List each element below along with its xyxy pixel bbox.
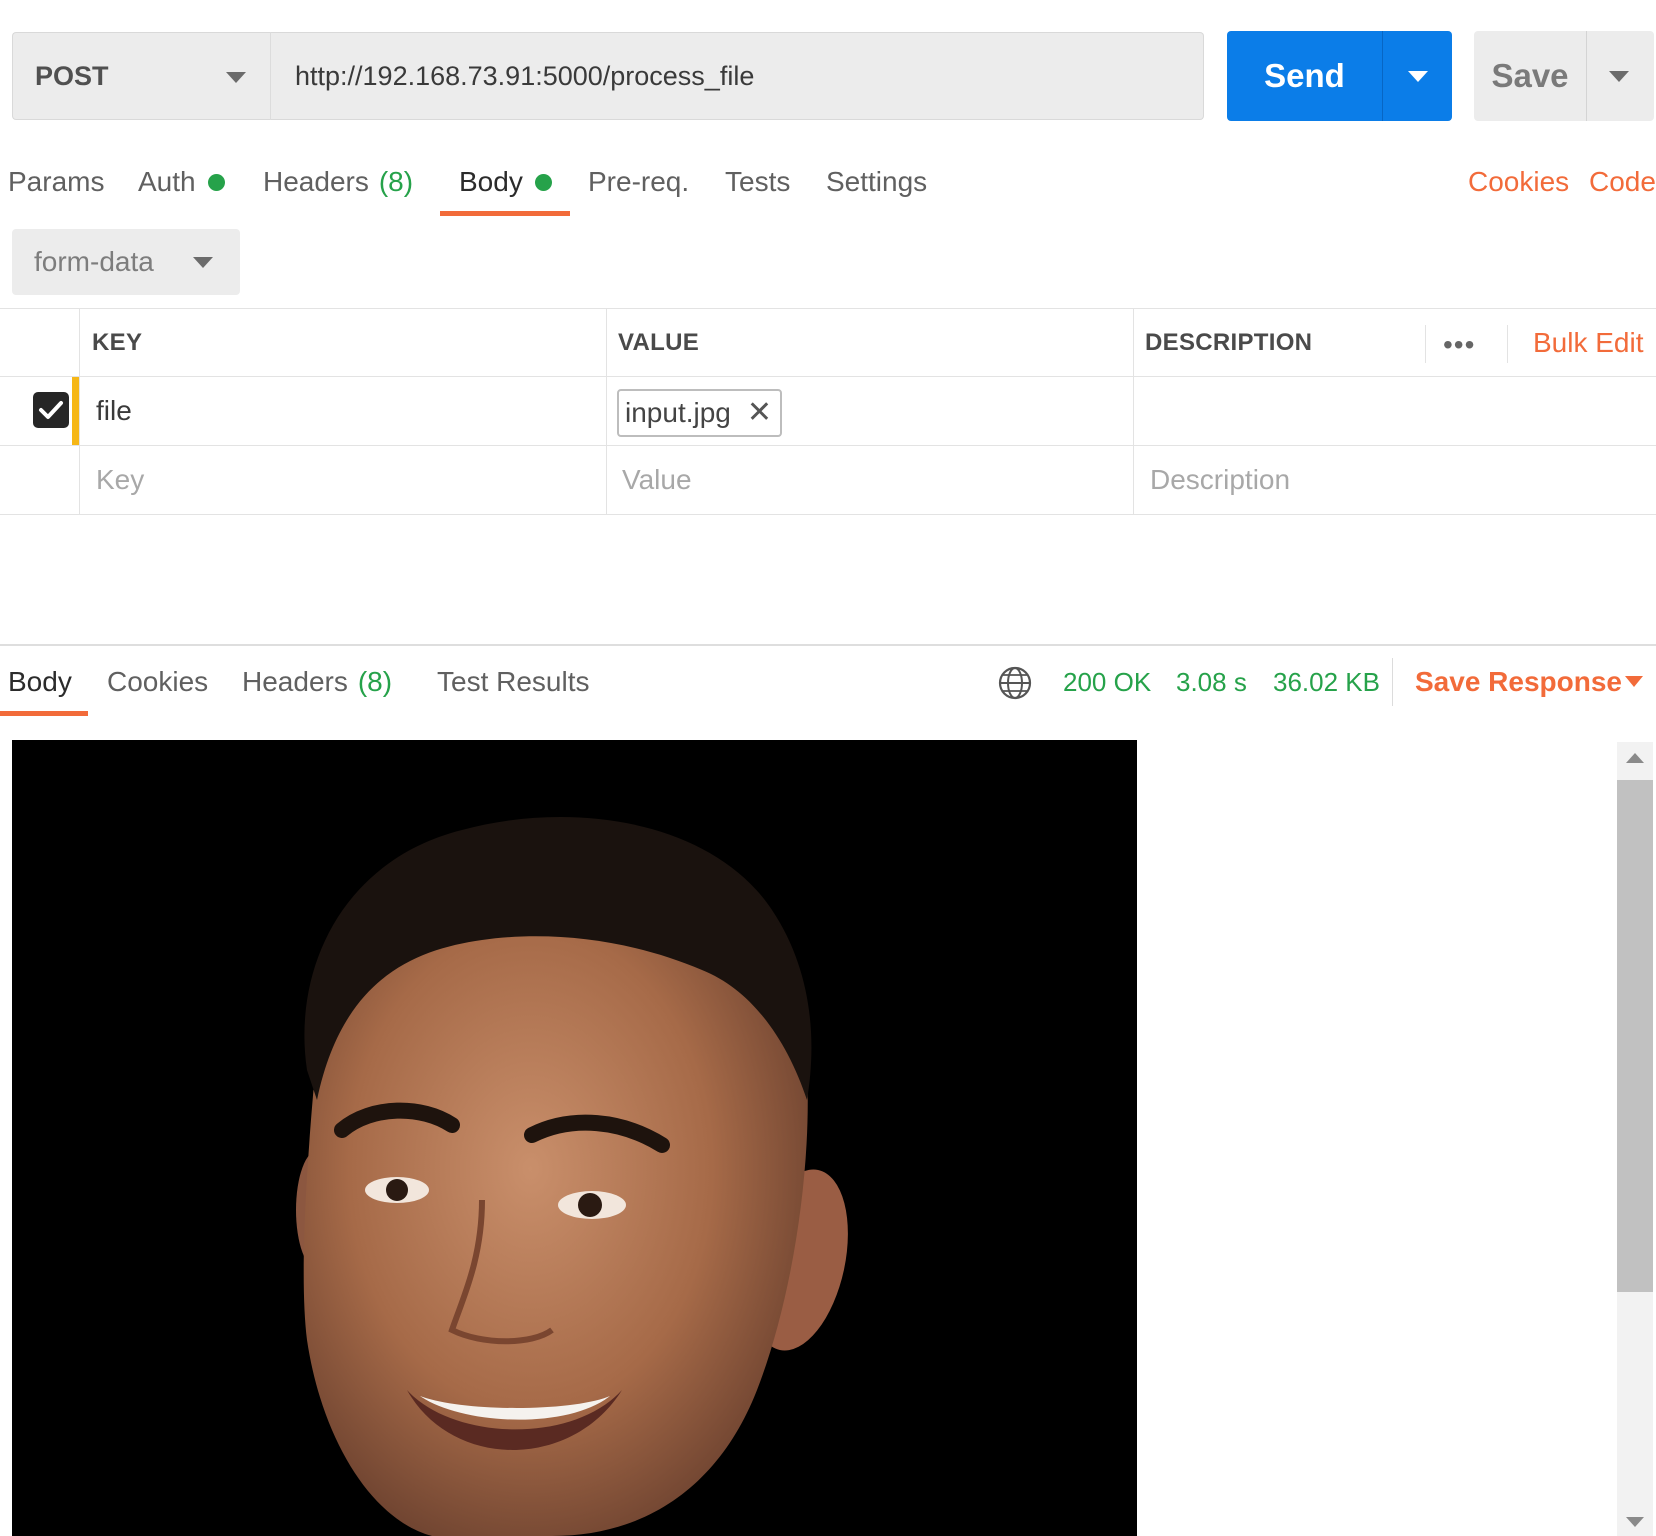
new-description-input[interactable]: Description	[1150, 446, 1290, 514]
send-options-chevron-down-icon[interactable]	[1408, 71, 1428, 82]
tab-auth-label: Auth	[138, 166, 196, 197]
body-type-select[interactable]: form-data	[12, 229, 240, 295]
tab-prereq[interactable]: Pre-req.	[588, 160, 689, 204]
scroll-up-arrow-icon[interactable]	[1626, 753, 1644, 763]
response-tab-test-results[interactable]: Test Results	[437, 660, 590, 704]
face-photo-image	[12, 740, 1137, 1536]
url-text: http://192.168.73.91:5000/process_file	[295, 60, 755, 91]
tab-settings[interactable]: Settings	[826, 160, 927, 204]
tab-params-label: Params	[8, 166, 105, 197]
response-tab-headers[interactable]: Headers (8)	[242, 660, 392, 704]
table-divider	[0, 514, 1656, 515]
scrollbar-thumb[interactable]	[1617, 780, 1653, 1292]
tab-body[interactable]: Body	[459, 160, 552, 204]
save-label: Save	[1491, 57, 1569, 94]
form-data-table: KEY VALUE DESCRIPTION ••• Bulk Edit file…	[0, 308, 1656, 515]
tab-prereq-label: Pre-req.	[588, 166, 690, 197]
column-divider	[79, 309, 80, 514]
active-tab-underline	[440, 211, 570, 216]
method-select[interactable]: POST	[12, 32, 270, 120]
chevron-down-icon	[226, 72, 246, 83]
tab-params[interactable]: Params	[8, 160, 104, 204]
new-key-input[interactable]: Key	[96, 446, 144, 514]
row-key-input[interactable]: file	[96, 377, 132, 445]
tab-settings-label: Settings	[826, 166, 928, 197]
response-time[interactable]: 3.08 s	[1176, 660, 1247, 704]
response-tab-headers-label: Headers	[242, 666, 348, 697]
save-response-chevron-down-icon[interactable]	[1625, 676, 1643, 687]
save-split-divider	[1586, 31, 1587, 121]
tab-auth[interactable]: Auth	[138, 160, 225, 204]
body-status-dot-icon	[534, 173, 552, 191]
body-type-label: form-data	[34, 246, 154, 277]
tab-headers-count: (8)	[378, 166, 414, 197]
code-link[interactable]: Code	[1589, 160, 1656, 204]
status-divider	[1392, 658, 1393, 706]
scroll-down-arrow-icon[interactable]	[1626, 1517, 1644, 1527]
row-edit-marker	[72, 377, 79, 445]
row-enabled-checkbox[interactable]	[33, 392, 69, 428]
column-divider	[1507, 325, 1508, 363]
send-split-divider	[1382, 31, 1383, 121]
response-divider	[0, 644, 1656, 646]
response-image-preview	[12, 740, 1137, 1536]
column-header-value: VALUE	[618, 329, 700, 356]
column-divider	[1425, 325, 1426, 363]
bulk-edit-link[interactable]: Bulk Edit	[1533, 309, 1644, 377]
close-icon[interactable]: ✕	[747, 398, 772, 428]
globe-icon[interactable]	[998, 666, 1032, 705]
row-description-input[interactable]	[1150, 377, 1650, 445]
file-chip-label: input.jpg	[625, 397, 731, 428]
response-tab-cookies[interactable]: Cookies	[107, 660, 208, 704]
tab-tests[interactable]: Tests	[725, 160, 790, 204]
file-chip[interactable]: input.jpg ✕	[617, 389, 783, 437]
send-label: Send	[1264, 57, 1345, 94]
column-divider	[1133, 309, 1134, 514]
save-options-chevron-down-icon[interactable]	[1609, 71, 1629, 82]
response-active-tab-underline	[0, 711, 88, 716]
column-header-key: KEY	[92, 329, 143, 356]
new-value-input[interactable]: Value	[622, 446, 692, 514]
cookies-link[interactable]: Cookies	[1468, 160, 1569, 204]
tab-body-label: Body	[459, 166, 523, 197]
auth-status-dot-icon	[207, 173, 225, 191]
column-header-description: DESCRIPTION	[1145, 329, 1313, 356]
chevron-down-icon	[193, 257, 213, 268]
tab-headers[interactable]: Headers (8)	[263, 160, 413, 204]
method-label: POST	[35, 60, 109, 91]
save-button[interactable]: Save	[1474, 31, 1654, 121]
response-tab-headers-count: (8)	[357, 666, 393, 697]
response-size[interactable]: 36.02 KB	[1273, 660, 1380, 704]
tab-headers-label: Headers	[263, 166, 369, 197]
checkbox-checked-icon	[39, 401, 63, 419]
status-code[interactable]: 200 OK	[1063, 660, 1151, 704]
tab-tests-label: Tests	[725, 166, 791, 197]
save-response-button[interactable]: Save Response	[1415, 660, 1622, 704]
url-input[interactable]: http://192.168.73.91:5000/process_file	[270, 32, 1204, 120]
more-horizontal-icon[interactable]: •••	[1443, 329, 1475, 361]
table-divider	[0, 445, 1656, 446]
response-tab-body[interactable]: Body	[8, 660, 72, 704]
send-button[interactable]: Send	[1227, 31, 1452, 121]
column-divider	[606, 309, 607, 514]
